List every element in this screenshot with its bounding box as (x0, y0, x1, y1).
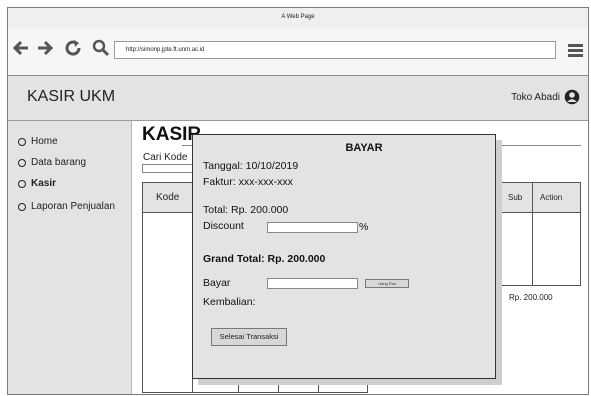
store-name: Toko Abadi (511, 92, 560, 103)
browser-toolbar: http://simonp.jpte.ft.unm.ac.id (8, 28, 588, 76)
radio-icon (18, 137, 26, 146)
browser-window: A Web Page http://simonp.jpte.ft.unm.ac.… (7, 7, 589, 395)
app-name: KASIR UKM (27, 88, 116, 105)
user-icon[interactable] (564, 89, 580, 105)
discount-input[interactable] (267, 222, 358, 233)
uang-pas-button[interactable]: Uang Pas (365, 279, 409, 288)
divider (532, 183, 533, 285)
sidebar-item-label: Kasir (31, 178, 57, 189)
sidebar: Home Data barang Kasir Laporan Penjualan (8, 121, 132, 394)
cart-table-right: Sub Action (496, 182, 581, 286)
search-input[interactable] (142, 164, 194, 173)
column-header-action: Action (540, 193, 563, 202)
discount-unit: % (359, 221, 369, 233)
subtotal-value: Rp. 200.000 (509, 293, 553, 302)
bayar-dialog: BAYAR Tanggal: 10/10/2019 Faktur: xxx-xx… (192, 134, 496, 379)
sidebar-item-label: Home (31, 136, 58, 147)
sidebar-item-label: Laporan Penjualan (31, 201, 115, 212)
discount-label: Discount (203, 220, 244, 232)
kembalian-label: Kembalian: (203, 296, 256, 308)
search-icon[interactable] (92, 39, 110, 62)
selesai-transaksi-button[interactable]: Selesai Transaksi (211, 328, 287, 346)
sidebar-item-data-barang[interactable]: Data barang (18, 157, 86, 168)
app-header: KASIR UKM Toko Abadi (8, 76, 588, 121)
reload-icon[interactable] (64, 39, 82, 62)
window-title: A Web Page (8, 8, 588, 29)
sidebar-item-laporan-penjualan[interactable]: Laporan Penjualan (18, 201, 115, 212)
faktur-text: Faktur: xxx-xxx-xxx (203, 176, 293, 188)
grand-total-text: Grand Total: Rp. 200.000 (203, 253, 326, 265)
hamburger-menu-icon[interactable] (568, 44, 583, 57)
sidebar-item-home[interactable]: Home (18, 136, 58, 147)
arrow-right-icon[interactable] (36, 39, 54, 62)
radio-icon (18, 202, 26, 211)
arrow-left-icon[interactable] (12, 39, 30, 62)
bayar-label: Bayar (203, 277, 231, 289)
radio-icon (18, 158, 26, 167)
tanggal-text: Tanggal: 10/10/2019 (203, 160, 299, 172)
address-bar-url: http://simonp.jpte.ft.unm.ac.id (126, 47, 205, 53)
dialog-title: BAYAR (345, 142, 383, 154)
column-header-kode: Kode (156, 192, 180, 203)
sidebar-item-kasir[interactable]: Kasir (18, 178, 56, 189)
column-header-sub: Sub (508, 193, 523, 202)
total-text: Total: Rp. 200.000 (203, 204, 289, 216)
bayar-input[interactable] (267, 278, 358, 289)
sidebar-item-label: Data barang (31, 157, 87, 168)
radio-icon (18, 179, 26, 188)
search-label: Cari Kode (143, 152, 188, 163)
